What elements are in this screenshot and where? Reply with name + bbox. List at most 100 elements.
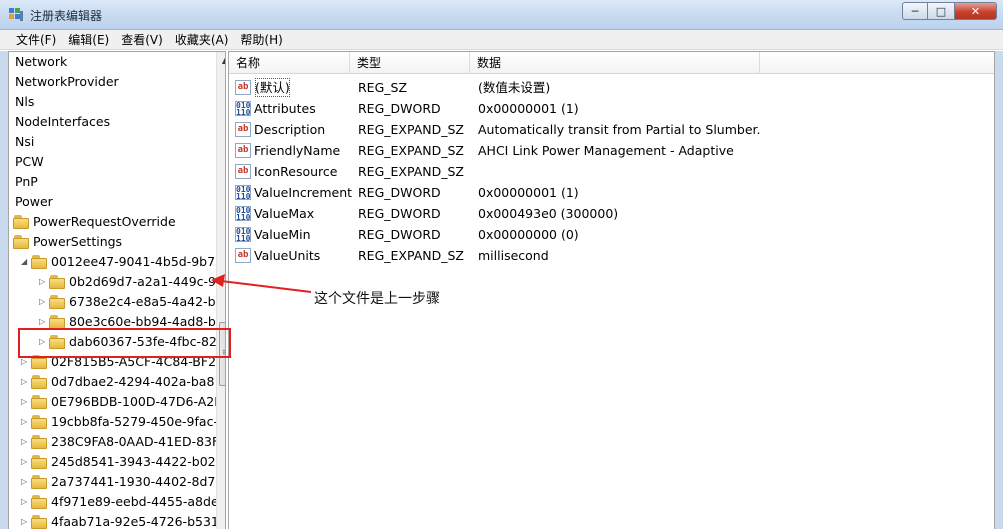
value-name: IconResource [254, 164, 338, 179]
value-type: REG_DWORD [358, 101, 441, 116]
menu-help[interactable]: 帮助(H) [234, 30, 288, 50]
window-title: 注册表编辑器 [30, 9, 103, 23]
expand-arrow-icon[interactable]: ▷ [21, 392, 30, 412]
value-row[interactable]: ab Description REG_EXPAND_SZ Automatically … [229, 119, 994, 140]
dword-value-icon: 010 110 [235, 101, 251, 117]
minimize-button[interactable]: ─ [902, 2, 928, 20]
menu-file[interactable]: 文件(F) [10, 30, 62, 50]
folder-icon [31, 255, 47, 269]
tree-item-label: NetworkProvider [15, 74, 119, 89]
value-type: REG_DWORD [358, 185, 441, 200]
folder-icon [13, 235, 29, 249]
registry-tree[interactable]: ▷ 4faab71a-92e5-4726-b531 ▷ 4f971e89-eebd-4… [8, 51, 226, 529]
column-name-header[interactable]: 名称 [229, 52, 350, 74]
tree-item-label: Power [15, 194, 53, 209]
expand-arrow-icon[interactable]: ▷ [39, 272, 48, 292]
folder-icon [13, 215, 29, 229]
value-data: 0x000493e0 (300000) [478, 206, 619, 221]
value-type: REG_EXPAND_SZ [358, 248, 464, 263]
value-row[interactable]: ab ValueUnits REG_EXPAND_SZ millisecond [229, 245, 994, 266]
value-name: ValueIncrement [254, 185, 353, 200]
expand-arrow-icon[interactable]: ▷ [21, 512, 30, 529]
value-row[interactable]: 010 110 ValueMin REG_DWORD 0x00000000 (0) [229, 224, 994, 245]
folder-icon [31, 515, 47, 529]
string-value-icon: ab [235, 143, 251, 158]
expand-arrow-icon[interactable]: ▷ [21, 472, 30, 492]
menu-favorites[interactable]: 收藏夹(A) [169, 30, 235, 50]
folder-icon [49, 275, 65, 289]
value-type: REG_DWORD [358, 206, 441, 221]
value-type: REG_DWORD [358, 227, 441, 242]
tree-item-label: 4faab71a-92e5-4726-b531 [51, 514, 219, 529]
tree-item-label: 2a737441-1930-4402-8d77 [51, 474, 224, 489]
value-data: 0x00000001 (1) [478, 185, 579, 200]
expand-arrow-icon[interactable]: ▷ [21, 492, 30, 512]
tree-item-label: PowerRequestOverride [33, 214, 176, 229]
value-data: millisecond [478, 248, 549, 263]
maximize-button[interactable]: □ [928, 2, 954, 20]
tree-item-label: PowerSettings [33, 234, 123, 249]
collapse-arrow-icon[interactable]: ◢ [21, 252, 30, 272]
scroll-up-icon[interactable]: ▲ [217, 52, 225, 69]
value-name: Description [254, 122, 326, 137]
value-name: Attributes [254, 101, 316, 116]
value-data: Automatically transit from Partial to Sl… [478, 122, 761, 137]
value-name: ValueMin [254, 227, 311, 242]
dword-value-icon: 010 110 [235, 227, 251, 243]
value-name: FriendlyName [254, 143, 341, 158]
window-frame-left [0, 51, 8, 529]
column-data-header[interactable]: 数据 [470, 52, 760, 74]
annotation-text: 这个文件是上一步骤 [314, 291, 440, 307]
expand-arrow-icon[interactable]: ▷ [21, 412, 30, 432]
value-row[interactable]: 010 110 ValueMax REG_DWORD 0x000493e0 (30000… [229, 203, 994, 224]
column-type-header[interactable]: 类型 [350, 52, 470, 74]
value-type: REG_EXPAND_SZ [358, 122, 464, 137]
tree-item-label: 0012ee47-9041-4b5d-9b77 [51, 254, 224, 269]
close-icon: ✕ [970, 4, 981, 18]
string-value-icon: ab [235, 248, 251, 263]
value-row[interactable]: ab FriendlyName REG_EXPAND_SZ AHCI Link Pow… [229, 140, 994, 161]
folder-icon [31, 415, 47, 429]
value-type: REG_SZ [358, 80, 408, 95]
regedit-app-icon [9, 8, 23, 21]
expand-arrow-icon[interactable]: ▷ [39, 292, 48, 312]
tree-item-label: 0d7dbae2-4294-402a-ba8 [51, 374, 215, 389]
dword-value-icon: 010 110 [235, 185, 251, 201]
tree-item-label: 6738e2c4-e8a5-4a42-b [69, 294, 216, 309]
folder-icon [31, 395, 47, 409]
expand-arrow-icon[interactable]: ▷ [21, 372, 30, 392]
tree-item-label: Network [15, 54, 68, 69]
folder-icon [31, 475, 47, 489]
expand-arrow-icon[interactable]: ▷ [21, 452, 30, 472]
value-row[interactable]: ab (默认) REG_SZ (数值未设置) [229, 77, 994, 98]
tree-item-label: 238C9FA8-0AAD-41ED-83F [51, 434, 220, 449]
string-value-icon: ab [235, 80, 251, 95]
expand-arrow-icon[interactable]: ▷ [21, 432, 30, 452]
close-button[interactable]: ✕ [954, 2, 997, 20]
value-name: ValueUnits [254, 248, 321, 263]
dword-value-icon: 010 110 [235, 206, 251, 222]
value-row[interactable]: 010 110 ValueIncrement REG_DWORD 0x00000001 … [229, 182, 994, 203]
value-type: REG_EXPAND_SZ [358, 164, 464, 179]
value-data: (数值未设置) [478, 80, 551, 95]
value-name: ValueMax [254, 206, 315, 221]
tree-item-label: PCW [15, 154, 44, 169]
maximize-icon: □ [935, 4, 947, 18]
tree-item-label: 0E796BDB-100D-47D6-A2D [51, 394, 224, 409]
title-bar: 注册表编辑器 ─ □ ✕ [0, 0, 1003, 30]
menu-edit[interactable]: 编辑(E) [62, 30, 115, 50]
tree-item-label: Nsi [15, 134, 35, 149]
value-name: (默认) [254, 77, 291, 98]
tree-item-label: 245d8541-3943-4422-b025 [51, 454, 224, 469]
menu-view[interactable]: 查看(V) [115, 30, 169, 50]
folder-icon [31, 375, 47, 389]
value-data: 0x00000000 (0) [478, 227, 579, 242]
folder-icon [49, 315, 65, 329]
tree-item-label: 19cbb8fa-5279-450e-9fac- [51, 414, 218, 429]
value-data: 0x00000001 (1) [478, 101, 579, 116]
folder-icon [31, 495, 47, 509]
value-row[interactable]: ab IconResource REG_EXPAND_SZ [229, 161, 994, 182]
tree-item-label: 4f971e89-eebd-4455-a8de [51, 494, 219, 509]
value-row[interactable]: 010 110 Attributes REG_DWORD 0x00000001 (1) [229, 98, 994, 119]
menu-bar: 文件(F) 编辑(E) 查看(V) 收藏夹(A) 帮助(H) [0, 30, 1003, 50]
